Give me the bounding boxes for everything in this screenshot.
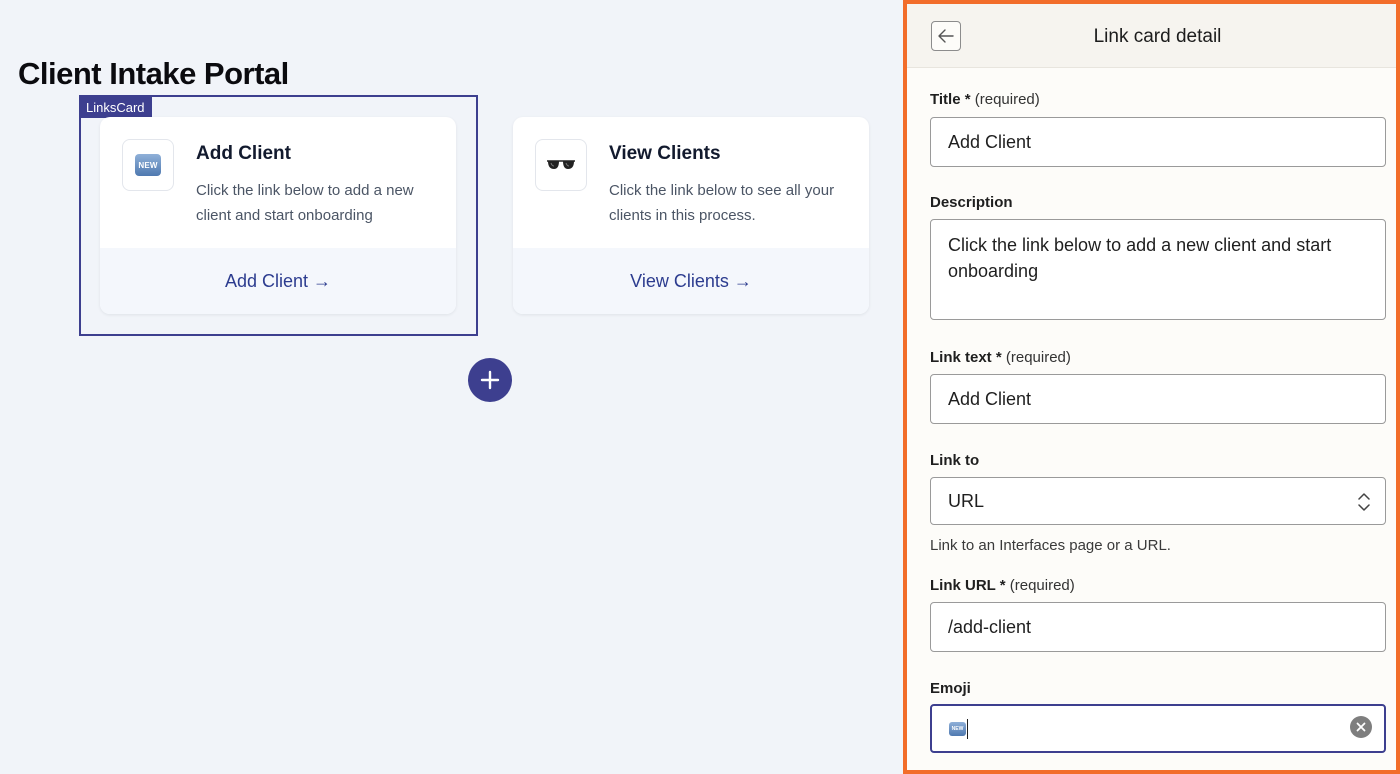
- card-emoji: NEW: [122, 139, 174, 191]
- add-block-button[interactable]: [468, 358, 512, 402]
- title-input-value: Add Client: [948, 131, 1032, 152]
- card-title: Add Client: [196, 143, 291, 164]
- emoji-label: Emoji: [930, 680, 971, 697]
- link-text-input-value: Add Client: [948, 388, 1032, 409]
- emoji-input[interactable]: NEW: [930, 704, 1386, 753]
- clear-emoji-button[interactable]: [1350, 716, 1372, 738]
- card-description: Click the link below to see all your cli…: [609, 182, 835, 224]
- card-link-add-client[interactable]: Add Client →: [225, 271, 331, 292]
- link-to-label: Link to: [930, 452, 980, 469]
- link-to-hint: Link to an Interfaces page or a URL.: [930, 537, 1171, 554]
- title-label-text: Title *: [930, 91, 971, 108]
- interface-canvas: Client Intake Portal LinksCard NEW Add C…: [0, 0, 903, 774]
- sunglasses-emoji-icon: [547, 160, 575, 169]
- selected-block-tag: LinksCard: [79, 97, 152, 118]
- description-label: Description: [930, 194, 1013, 211]
- page-title: Client Intake Portal: [18, 56, 289, 91]
- link-card-add-client[interactable]: NEW Add Client Click the link below to a…: [100, 117, 456, 314]
- select-arrows-icon: [1358, 493, 1370, 511]
- card-link-view-clients[interactable]: View Clients →: [630, 271, 752, 292]
- new-button-emoji-icon: NEW: [135, 154, 161, 176]
- link-url-input[interactable]: /add-client: [930, 602, 1386, 652]
- new-button-emoji-icon: NEW: [949, 721, 966, 736]
- link-to-select-value: URL: [948, 490, 985, 511]
- card-title: View Clients: [609, 143, 721, 164]
- title-label: Title * (required): [930, 91, 1040, 108]
- description-textarea[interactable]: Click the link below to add a new client…: [930, 219, 1386, 320]
- link-card-detail-panel: Link card detail Title * (required) Add …: [903, 0, 1400, 774]
- link-url-label: Link URL * (required): [930, 577, 1075, 594]
- link-text-input[interactable]: Add Client: [930, 374, 1386, 424]
- required-marker: (required): [1005, 349, 1071, 366]
- card-footer: View Clients →: [513, 248, 869, 314]
- title-input[interactable]: Add Client: [930, 117, 1386, 167]
- card-emoji: [535, 139, 587, 191]
- link-to-select[interactable]: URL: [930, 477, 1386, 525]
- link-text-label: Link text * (required): [930, 349, 1071, 366]
- description-textarea-value: Click the link below to add a new client…: [948, 235, 1332, 281]
- plus-icon: [480, 370, 500, 390]
- clear-icon: [1356, 722, 1366, 732]
- card-description: Click the link below to add a new client…: [196, 182, 414, 224]
- text-caret: [967, 718, 968, 739]
- card-footer: Add Client →: [100, 248, 456, 314]
- required-marker: (required): [974, 91, 1040, 108]
- panel-header: Link card detail: [907, 4, 1396, 68]
- link-text-label-text: Link text *: [930, 349, 1002, 366]
- link-url-input-value: /add-client: [948, 616, 1032, 637]
- link-url-label-text: Link URL *: [930, 577, 1006, 594]
- required-marker: (required): [1009, 577, 1075, 594]
- link-card-view-clients[interactable]: View Clients Click the link below to see…: [513, 117, 869, 314]
- panel-title: Link card detail: [1093, 26, 1222, 47]
